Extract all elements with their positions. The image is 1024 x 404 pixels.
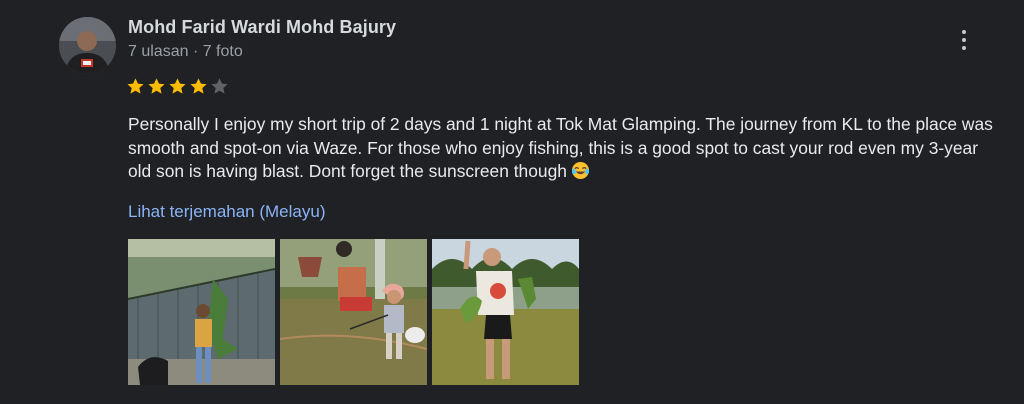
star-filled-icon: [190, 77, 207, 94]
star-rating: [126, 75, 229, 97]
star-filled-icon: [169, 77, 186, 94]
translate-link[interactable]: Lihat terjemahan (Melayu): [128, 202, 325, 222]
star-empty-icon: [211, 77, 228, 94]
avatar[interactable]: [59, 17, 116, 74]
review-photo-2[interactable]: [280, 239, 427, 385]
review-photo-3[interactable]: [432, 239, 579, 385]
review-body: Personally I enjoy my short trip of 2 da…: [128, 114, 993, 181]
author-name[interactable]: Mohd Farid Wardi Mohd Bajury: [128, 17, 396, 38]
more-dot: [962, 46, 966, 50]
more-vert-icon[interactable]: [950, 26, 978, 54]
review-card: Mohd Farid Wardi Mohd Bajury 7 ulasan · …: [0, 0, 1024, 404]
avatar-image: [59, 17, 116, 74]
photo-image: [432, 239, 579, 385]
more-dot: [962, 38, 966, 42]
review-text: Personally I enjoy my short trip of 2 da…: [128, 113, 998, 184]
author-meta: 7 ulasan · 7 foto: [128, 43, 243, 60]
review-photo-1[interactable]: [128, 239, 275, 385]
photo-image: [280, 239, 427, 385]
more-dot: [962, 30, 966, 34]
photo-image: [128, 239, 275, 385]
star-filled-icon: [148, 77, 165, 94]
face-with-tears-of-joy-icon: [571, 161, 589, 180]
star-filled-icon: [127, 77, 144, 94]
